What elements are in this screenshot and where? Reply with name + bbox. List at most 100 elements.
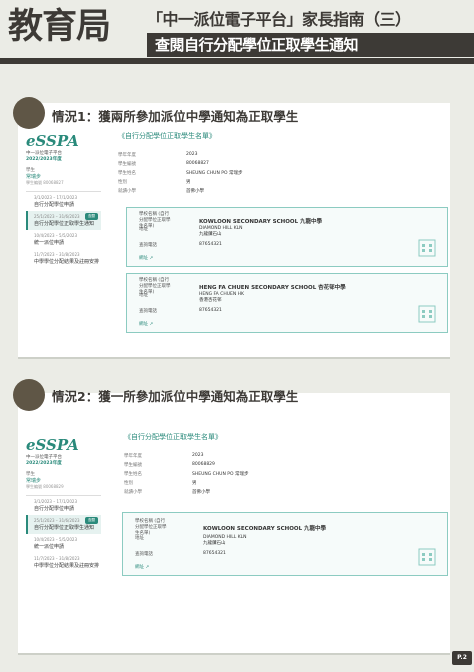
sidebar-item-dp-application[interactable]: 3/1/2023 – 17/1/2023 自行分配學位申請 bbox=[26, 192, 101, 211]
info-row: 性別 男 bbox=[124, 478, 248, 487]
sidebar-item-cp-application[interactable]: 10/4/2023 – 5/5/2023 統一派位申請 bbox=[26, 230, 101, 249]
sidebar-item-dp-application[interactable]: 3/1/2023 – 17/1/2023 自行分配學位申請 bbox=[26, 496, 101, 515]
school-year: 2022/2023年度 bbox=[26, 461, 62, 466]
item-date: 10/4/2023 – 5/5/2023 bbox=[34, 233, 78, 238]
school-name: KOWLOON SECONDARY SCHOOL 九龍中學 bbox=[199, 219, 322, 225]
school-phone: 87654321 bbox=[203, 551, 226, 556]
info-value: 男 bbox=[192, 480, 197, 486]
website-link[interactable]: 網址 ↗ bbox=[139, 255, 153, 261]
item-label: 自行分配學位申請 bbox=[34, 202, 75, 208]
info-key: 性別 bbox=[118, 179, 127, 185]
address-zh: 九龍鑽石山 bbox=[203, 541, 226, 546]
sidebar-item-allocation-result[interactable]: 11/7/2023 – 31/8/2023 中學學位分配結果及註冊安排 bbox=[26, 553, 101, 572]
address-label: 地址 bbox=[139, 227, 148, 232]
info-row: 學年年度 2023 bbox=[118, 150, 242, 159]
info-value: 2023 bbox=[186, 152, 198, 157]
school-building-icon bbox=[418, 548, 436, 566]
school-name: HENG FA CHUEN SECONDARY SCHOOL 杏花邨中學 bbox=[199, 285, 346, 291]
guide-title: 「中一派位電子平台」家長指南（三） bbox=[147, 10, 411, 29]
guide-header: 教育局 「中一派位電子平台」家長指南（三） 查閱自行分配學位正取學生通知 bbox=[0, 0, 474, 62]
info-row: 學生姓名 SHEUNG CHUN PO 常瑞步 bbox=[118, 168, 242, 177]
info-value: SHEUNG CHUN PO 常瑞步 bbox=[186, 170, 243, 176]
bureau-name: 教育局 bbox=[8, 7, 111, 47]
phone-label: 查詢電話 bbox=[139, 243, 157, 248]
website-link[interactable]: 網址 ↗ bbox=[135, 564, 149, 570]
item-date: 11/7/2023 – 31/8/2023 bbox=[34, 556, 80, 561]
info-row: 性別 男 bbox=[118, 177, 242, 186]
info-key: 學年年度 bbox=[124, 453, 142, 459]
external-link-icon: ↗ bbox=[145, 565, 150, 570]
list-title: 《自行分配學位正取學生名單》 bbox=[124, 433, 222, 441]
school-address: DIAMOND HILL KLN 九龍鑽石山 bbox=[199, 226, 243, 238]
student-number: 學生編號 80068827 bbox=[26, 180, 64, 185]
school-card: 學校名稱 (自行分配學位正取學生名單) KOWLOON SECONDARY SC… bbox=[122, 512, 448, 576]
sidebar: eSSPA 中一派位電子平台 2022/2023年度 學生 常瑞步 學生編號 8… bbox=[26, 133, 101, 268]
school-phone: 87654321 bbox=[199, 242, 222, 247]
item-label: 自行分配學位正取學生通知 bbox=[34, 525, 95, 531]
sidebar-item-allocation-result[interactable]: 11/7/2023 – 31/8/2023 中學學位分配結果及註冊安排 bbox=[26, 249, 101, 268]
main-content: 《自行分配學位正取學生名單》 學年年度 2023 學生編號 80068827 學生姓… bbox=[118, 131, 242, 195]
website-link[interactable]: 網址 ↗ bbox=[139, 321, 153, 327]
guide-subtitle: 查閱自行分配學位正取學生通知 bbox=[147, 33, 474, 57]
student-info: 學年年度 2023 學生編號 80068829 學生姓名 SHEUNG CHUN PO… bbox=[124, 451, 248, 496]
sidebar-item-dp-notification[interactable]: 查閱 25/1/2023 – 31/6/2023 自行分配學位正取學生通知 bbox=[26, 211, 101, 230]
external-link-icon: ↗ bbox=[149, 322, 154, 327]
student-info: 學年年度 2023 學生編號 80068827 學生姓名 SHEUNG CHUN PO… bbox=[118, 150, 242, 195]
info-row: 就讀小學 首佛小學 bbox=[124, 487, 248, 496]
address-zh: 九龍鑽石山 bbox=[199, 232, 222, 237]
info-key: 學生編號 bbox=[124, 462, 142, 468]
essp-logo[interactable]: eSSPA bbox=[26, 437, 101, 453]
sidebar-item-cp-application[interactable]: 10/4/2023 – 5/5/2023 統一派位申請 bbox=[26, 534, 101, 553]
phone-label: 查詢電話 bbox=[139, 309, 157, 314]
list-title: 《自行分配學位正取學生名單》 bbox=[118, 132, 216, 140]
item-label: 中學學位分配結果及註冊安排 bbox=[34, 259, 100, 265]
info-value: 首佛小學 bbox=[192, 489, 210, 495]
website-label: 網址 bbox=[139, 256, 148, 261]
header-divider bbox=[0, 58, 474, 64]
website-label: 網址 bbox=[139, 322, 148, 327]
info-key: 學生編號 bbox=[118, 161, 136, 167]
page-number: P.2 bbox=[452, 651, 472, 665]
student-number: 學生編號 80068829 bbox=[26, 484, 64, 489]
info-value: 首佛小學 bbox=[186, 188, 204, 194]
info-key: 就讀小學 bbox=[124, 489, 142, 495]
school-card: 學校名稱 (自行分配學位正取學生名單) HENG FA CHUEN SECOND… bbox=[126, 273, 448, 333]
info-key: 就讀小學 bbox=[118, 188, 136, 194]
info-row: 學生編號 80068829 bbox=[124, 460, 248, 469]
website-label: 網址 bbox=[135, 565, 144, 570]
info-key: 學年年度 bbox=[118, 152, 136, 158]
info-value: 80068827 bbox=[186, 161, 209, 166]
item-label: 中學學位分配結果及註冊安排 bbox=[34, 563, 100, 569]
item-date: 3/1/2023 – 17/1/2023 bbox=[34, 195, 78, 200]
essp-logo[interactable]: eSSPA bbox=[26, 133, 101, 149]
address-label: 地址 bbox=[135, 536, 144, 541]
info-row: 學年年度 2023 bbox=[124, 451, 248, 460]
school-address: DIAMOND HILL KLN 九龍鑽石山 bbox=[203, 535, 247, 547]
info-value: 男 bbox=[186, 179, 191, 185]
item-label: 自行分配學位正取學生通知 bbox=[34, 221, 95, 227]
school-building-icon bbox=[418, 305, 436, 323]
item-date: 11/7/2023 – 31/8/2023 bbox=[34, 252, 80, 257]
info-value: SHEUNG CHUN PO 常瑞步 bbox=[192, 471, 249, 477]
info-key: 學生姓名 bbox=[118, 170, 136, 176]
view-badge[interactable]: 查閱 bbox=[85, 517, 98, 524]
bullet-dot bbox=[13, 379, 45, 411]
school-building-icon bbox=[418, 239, 436, 257]
situation-1-heading: 情況1：獲兩所參加派位中學通知為正取學生 bbox=[52, 109, 299, 124]
item-date: 10/4/2023 – 5/5/2023 bbox=[34, 537, 78, 542]
main-content: 《自行分配學位正取學生名單》 學年年度 2023 學生編號 80068829 學生姓… bbox=[124, 432, 248, 496]
sidebar: eSSPA 中一派位電子平台 2022/2023年度 學生 常瑞步 學生編號 8… bbox=[26, 437, 101, 572]
school-card: 學校名稱 (自行分配學位正取學生名單) KOWLOON SECONDARY SC… bbox=[126, 207, 448, 267]
item-label: 自行分配學位申請 bbox=[34, 506, 75, 512]
sidebar-item-dp-notification[interactable]: 查閱 25/1/2023 – 31/6/2023 自行分配學位正取學生通知 bbox=[26, 515, 101, 534]
item-label: 統一派位申請 bbox=[34, 240, 65, 246]
user-name: 常瑞步 bbox=[26, 174, 42, 180]
info-key: 學生姓名 bbox=[124, 471, 142, 477]
situation-2-heading: 情況2：獲一所參加派位中學通知為正取學生 bbox=[52, 389, 299, 404]
view-badge[interactable]: 查閱 bbox=[85, 213, 98, 220]
item-date: 3/1/2023 – 17/1/2023 bbox=[34, 499, 78, 504]
user-name: 常瑞步 bbox=[26, 478, 42, 484]
school-phone: 87654321 bbox=[199, 308, 222, 313]
bullet-dot bbox=[13, 97, 45, 129]
info-row: 學生姓名 SHEUNG CHUN PO 常瑞步 bbox=[124, 469, 248, 478]
